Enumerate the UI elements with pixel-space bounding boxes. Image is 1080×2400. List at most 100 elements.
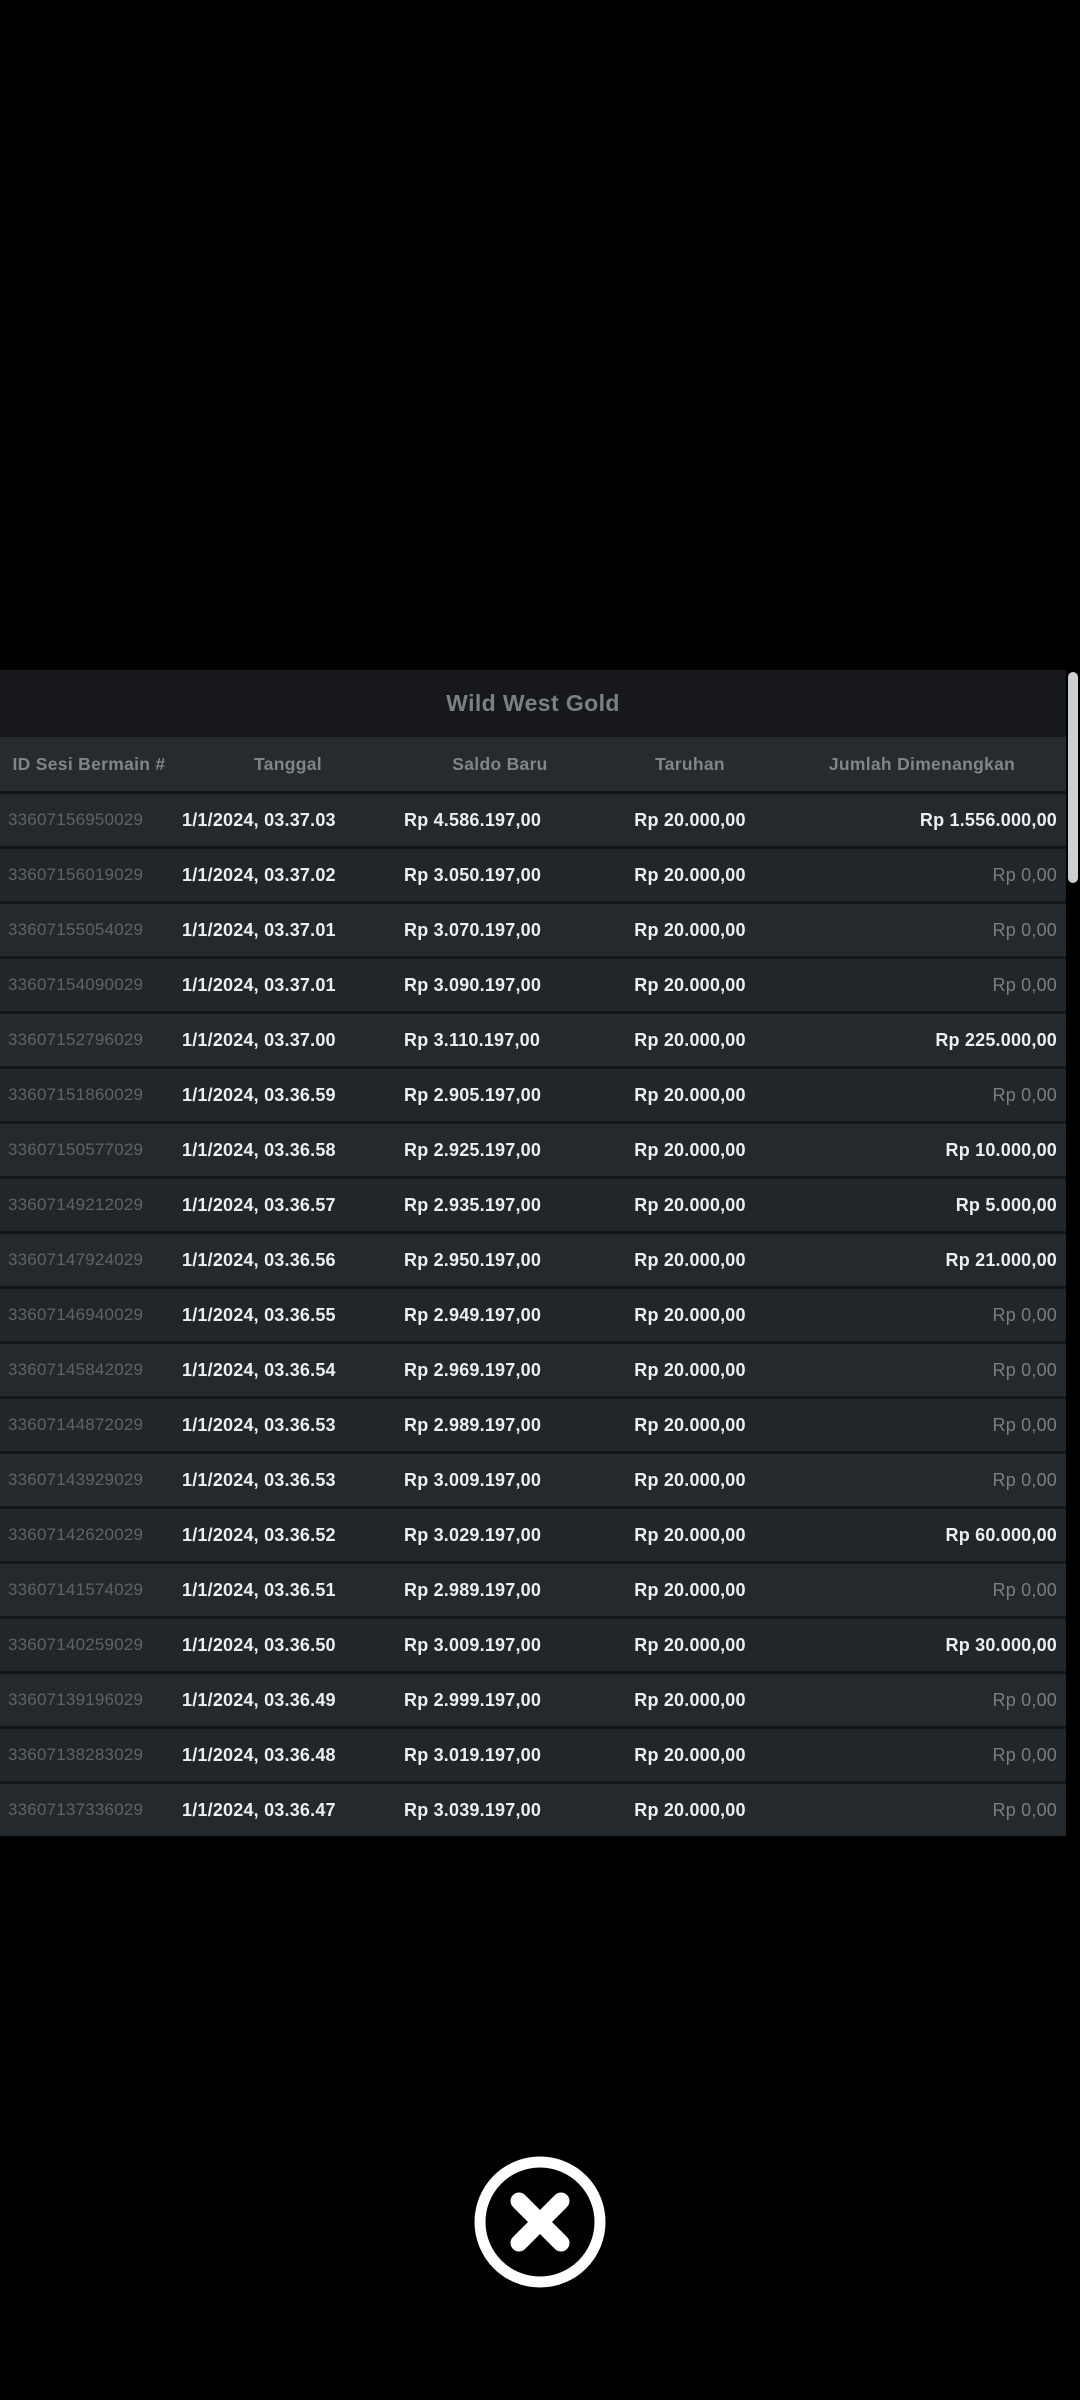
amount-won-cell: Rp 0,00	[992, 1579, 1057, 1600]
amount-won-cell: Rp 10.000,00	[945, 1139, 1057, 1160]
amount-won-cell: Rp 0,00	[992, 864, 1057, 885]
bet-cell: Rp 20.000,00	[634, 1634, 746, 1655]
date-cell: 1/1/2024, 03.36.59	[182, 1084, 336, 1105]
session-id-cell: 33607155054029	[8, 920, 144, 939]
amount-won-cell: Rp 0,00	[992, 1469, 1057, 1490]
scrollbar-thumb[interactable]	[1068, 672, 1078, 883]
table-body: 33607156950029 1/1/2024, 03.37.03 Rp 4.5…	[0, 791, 1066, 1836]
table-row: 33607155054029 1/1/2024, 03.37.01 Rp 3.0…	[0, 901, 1066, 956]
bet-cell: Rp 20.000,00	[634, 1469, 746, 1490]
bet-cell: Rp 20.000,00	[634, 1579, 746, 1600]
bet-cell: Rp 20.000,00	[634, 1249, 746, 1270]
date-cell: 1/1/2024, 03.36.50	[182, 1634, 336, 1655]
amount-won-cell: Rp 0,00	[992, 919, 1057, 940]
session-id-cell: 33607143929029	[8, 1470, 144, 1489]
column-header-date: Tanggal	[254, 753, 322, 774]
date-cell: 1/1/2024, 03.36.48	[182, 1744, 336, 1765]
new-balance-cell: Rp 2.999.197,00	[404, 1689, 542, 1710]
column-header-session-id: ID Sesi Bermain #	[12, 753, 166, 774]
new-balance-cell: Rp 2.925.197,00	[404, 1139, 542, 1160]
new-balance-cell: Rp 3.050.197,00	[404, 864, 542, 885]
bet-cell: Rp 20.000,00	[634, 864, 746, 885]
session-id-cell: 33607137336029	[8, 1800, 144, 1819]
game-title: Wild West Gold	[446, 690, 620, 716]
session-id-cell: 33607145842029	[8, 1360, 144, 1379]
bet-cell: Rp 20.000,00	[634, 1084, 746, 1105]
amount-won-cell: Rp 0,00	[992, 1689, 1057, 1710]
date-cell: 1/1/2024, 03.36.54	[182, 1359, 336, 1380]
session-id-cell: 33607142620029	[8, 1525, 144, 1544]
table-row: 33607138283029 1/1/2024, 03.36.48 Rp 3.0…	[0, 1726, 1066, 1781]
session-id-cell: 33607151860029	[8, 1085, 144, 1104]
bet-cell: Rp 20.000,00	[634, 1194, 746, 1215]
bet-cell: Rp 20.000,00	[634, 1029, 746, 1050]
date-cell: 1/1/2024, 03.36.47	[182, 1799, 336, 1820]
close-icon	[473, 2155, 607, 2289]
table-row: 33607150577029 1/1/2024, 03.36.58 Rp 2.9…	[0, 1121, 1066, 1176]
bet-cell: Rp 20.000,00	[634, 974, 746, 995]
session-id-cell: 33607152796029	[8, 1030, 144, 1049]
amount-won-cell: Rp 5.000,00	[955, 1194, 1057, 1215]
table-row: 33607141574029 1/1/2024, 03.36.51 Rp 2.9…	[0, 1561, 1066, 1616]
amount-won-cell: Rp 0,00	[992, 1744, 1057, 1765]
new-balance-cell: Rp 3.039.197,00	[404, 1799, 542, 1820]
date-cell: 1/1/2024, 03.37.01	[182, 974, 336, 995]
date-cell: 1/1/2024, 03.37.01	[182, 919, 336, 940]
new-balance-cell: Rp 2.989.197,00	[404, 1579, 542, 1600]
new-balance-cell: Rp 4.586.197,00	[404, 809, 542, 830]
date-cell: 1/1/2024, 03.36.53	[182, 1469, 336, 1490]
amount-won-cell: Rp 0,00	[992, 1304, 1057, 1325]
amount-won-cell: Rp 225.000,00	[935, 1029, 1057, 1050]
new-balance-cell: Rp 3.090.197,00	[404, 974, 542, 995]
new-balance-cell: Rp 2.950.197,00	[404, 1249, 542, 1270]
bet-cell: Rp 20.000,00	[634, 1524, 746, 1545]
new-balance-cell: Rp 3.070.197,00	[404, 919, 542, 940]
amount-won-cell: Rp 0,00	[992, 1084, 1057, 1105]
table-row: 33607151860029 1/1/2024, 03.36.59 Rp 2.9…	[0, 1066, 1066, 1121]
table-row: 33607139196029 1/1/2024, 03.36.49 Rp 2.9…	[0, 1671, 1066, 1726]
date-cell: 1/1/2024, 03.36.51	[182, 1579, 336, 1600]
table-row: 33607137336029 1/1/2024, 03.36.47 Rp 3.0…	[0, 1781, 1066, 1836]
date-cell: 1/1/2024, 03.37.03	[182, 809, 336, 830]
table-header: ID Sesi Bermain # Tanggal Saldo Baru Tar…	[0, 737, 1066, 791]
table-row: 33607143929029 1/1/2024, 03.36.53 Rp 3.0…	[0, 1451, 1066, 1506]
date-cell: 1/1/2024, 03.36.49	[182, 1689, 336, 1710]
new-balance-cell: Rp 3.029.197,00	[404, 1524, 542, 1545]
session-id-cell: 33607146940029	[8, 1305, 144, 1324]
bet-cell: Rp 20.000,00	[634, 1304, 746, 1325]
session-id-cell: 33607144872029	[8, 1415, 144, 1434]
bet-cell: Rp 20.000,00	[634, 1414, 746, 1435]
new-balance-cell: Rp 2.969.197,00	[404, 1359, 542, 1380]
table-row: 33607152796029 1/1/2024, 03.37.00 Rp 3.1…	[0, 1011, 1066, 1066]
session-id-cell: 33607154090029	[8, 975, 144, 994]
table-row: 33607144872029 1/1/2024, 03.36.53 Rp 2.9…	[0, 1396, 1066, 1451]
session-id-cell: 33607140259029	[8, 1635, 144, 1654]
table-row: 33607156950029 1/1/2024, 03.37.03 Rp 4.5…	[0, 791, 1066, 846]
new-balance-cell: Rp 3.110.197,00	[404, 1029, 541, 1050]
table-row: 33607154090029 1/1/2024, 03.37.01 Rp 3.0…	[0, 956, 1066, 1011]
column-header-bet: Taruhan	[655, 753, 725, 774]
amount-won-cell: Rp 0,00	[992, 974, 1057, 995]
amount-won-cell: Rp 30.000,00	[945, 1634, 1057, 1655]
bet-cell: Rp 20.000,00	[634, 1799, 746, 1820]
table-row: 33607142620029 1/1/2024, 03.36.52 Rp 3.0…	[0, 1506, 1066, 1561]
table-row: 33607146940029 1/1/2024, 03.36.55 Rp 2.9…	[0, 1286, 1066, 1341]
amount-won-cell: Rp 0,00	[992, 1359, 1057, 1380]
bet-cell: Rp 20.000,00	[634, 809, 746, 830]
close-button[interactable]	[473, 2155, 607, 2289]
bet-cell: Rp 20.000,00	[634, 1139, 746, 1160]
date-cell: 1/1/2024, 03.36.55	[182, 1304, 336, 1325]
bet-cell: Rp 20.000,00	[634, 1359, 746, 1380]
table-row: 33607140259029 1/1/2024, 03.36.50 Rp 3.0…	[0, 1616, 1066, 1671]
session-id-cell: 33607138283029	[8, 1745, 144, 1764]
session-id-cell: 33607139196029	[8, 1690, 144, 1709]
bet-cell: Rp 20.000,00	[634, 1689, 746, 1710]
modal-title-bar: Wild West Gold	[0, 670, 1066, 737]
date-cell: 1/1/2024, 03.37.02	[182, 864, 336, 885]
bet-cell: Rp 20.000,00	[634, 919, 746, 940]
table-row: 33607145842029 1/1/2024, 03.36.54 Rp 2.9…	[0, 1341, 1066, 1396]
new-balance-cell: Rp 2.989.197,00	[404, 1414, 542, 1435]
amount-won-cell: Rp 0,00	[992, 1414, 1057, 1435]
new-balance-cell: Rp 3.009.197,00	[404, 1469, 542, 1490]
session-id-cell: 33607156019029	[8, 865, 144, 884]
